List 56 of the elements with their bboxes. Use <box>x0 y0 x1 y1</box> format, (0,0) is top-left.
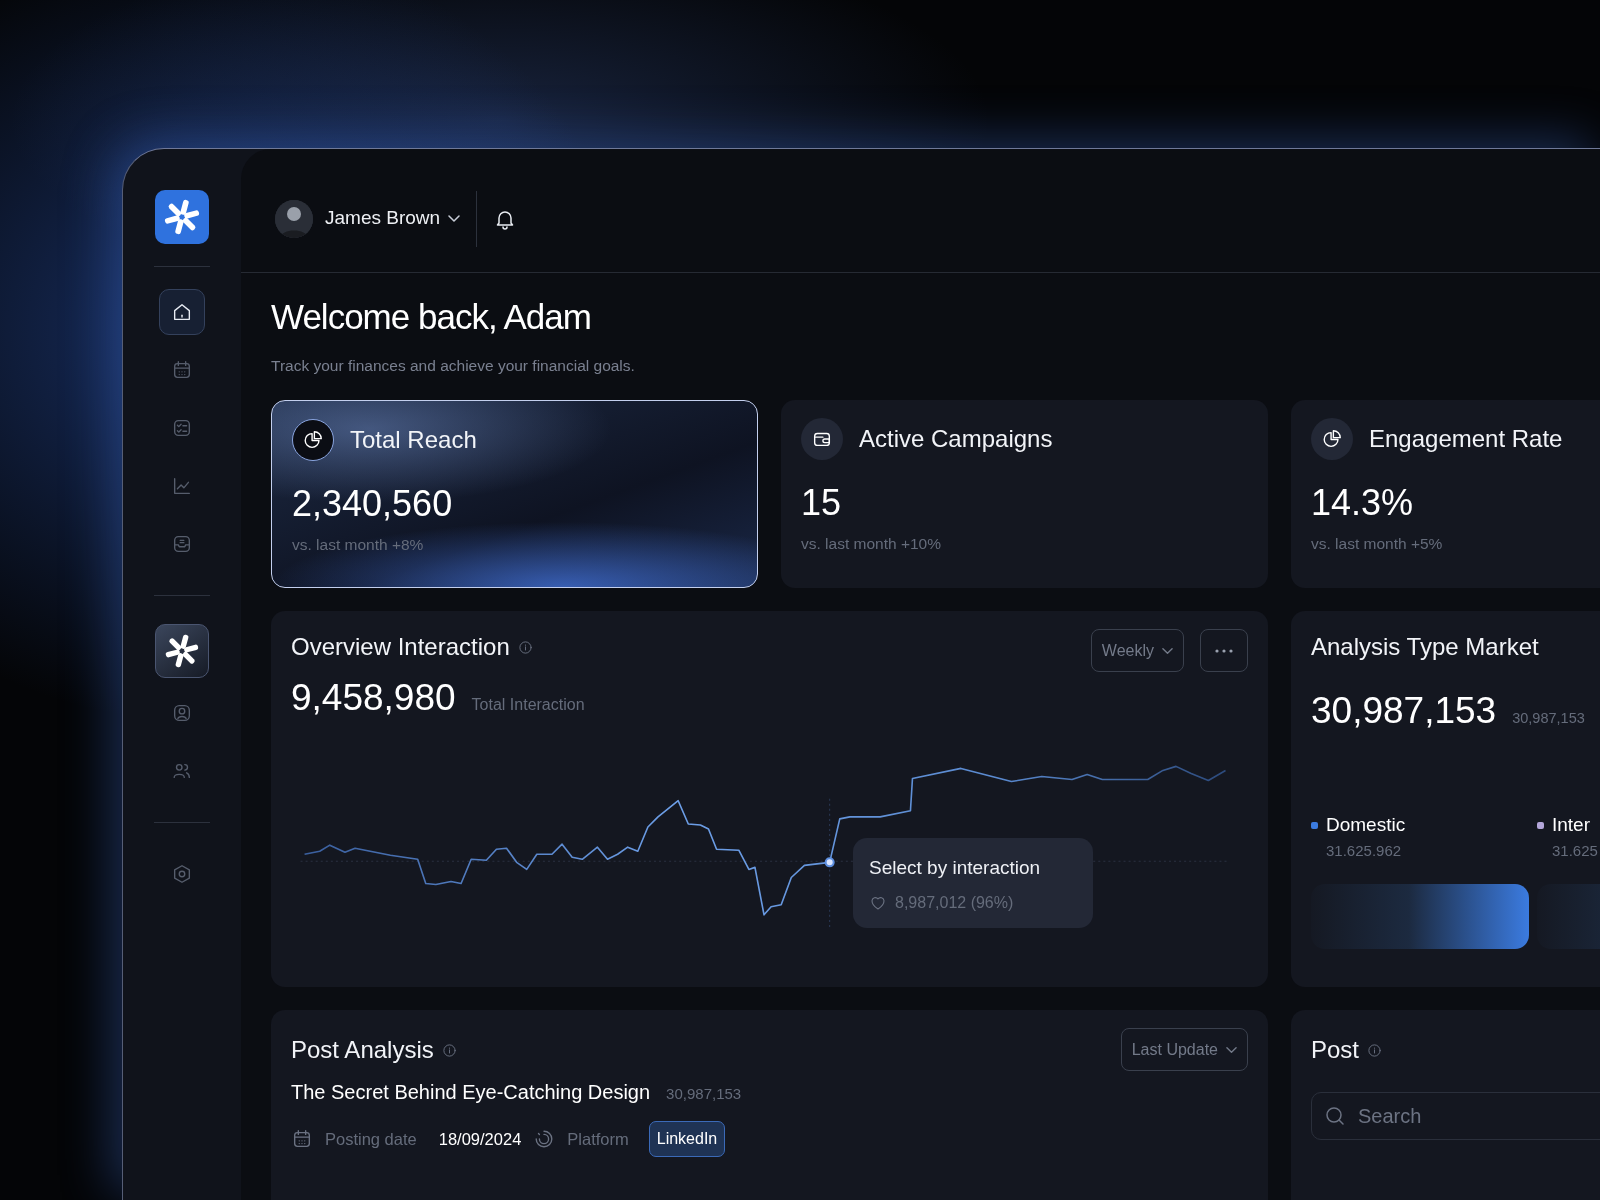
platform-tag: LinkedIn <box>648 1121 726 1158</box>
total-value: 9,458,980 <box>291 676 456 721</box>
stat-change: vs. last month +10% <box>801 534 942 555</box>
total-label: Total Interaction <box>471 695 585 716</box>
hexagon-icon <box>171 863 193 885</box>
meta-value: 18/09/2024 <box>438 1128 522 1150</box>
chevron-icon <box>448 214 461 223</box>
sidebar-item[interactable] <box>159 289 205 335</box>
checklist-icon <box>171 417 193 439</box>
more-icon <box>1215 648 1233 653</box>
workspace-button[interactable] <box>155 624 209 678</box>
card-title: Post <box>1311 1035 1360 1066</box>
info-icon <box>1367 1042 1383 1058</box>
asterisk-icon <box>163 632 201 670</box>
chart-icon <box>171 475 193 497</box>
card-title: Overview Interaction <box>291 632 510 663</box>
chevron-icon <box>1162 646 1173 655</box>
welcome-subtitle: Track your finances and achieve your financial goals. <box>271 356 636 376</box>
period-dropdown[interactable]: Weekly <box>1090 629 1184 673</box>
total-note: 30,987,153 <box>1512 709 1585 729</box>
stat-label: Engagement Rate <box>1369 424 1563 455</box>
post-count: 30,987,153 <box>666 1084 742 1105</box>
avatar <box>275 199 313 238</box>
card-title: Analysis Type Market <box>1311 632 1540 663</box>
chevron-icon <box>1226 1045 1237 1054</box>
user-icon <box>171 702 193 724</box>
search-field[interactable]: Search <box>1311 1092 1600 1141</box>
stat-value: 15 <box>801 482 843 525</box>
total-value: 30,987,153 <box>1311 689 1497 734</box>
inbox-icon <box>171 533 193 555</box>
stat-label: Active Campaigns <box>859 424 1053 455</box>
more-button[interactable] <box>1200 629 1248 673</box>
tooltip-title: Select by interaction <box>869 856 1042 881</box>
post-title: The Secret Behind Eye-Catching Design <box>291 1080 651 1106</box>
stat-value: 2,340,560 <box>292 483 454 526</box>
meta-label: Platform <box>567 1128 629 1150</box>
welcome-title: Welcome back, Adam <box>271 297 592 337</box>
home-icon <box>171 301 193 323</box>
legend-value: 31.625.962 <box>1326 840 1403 861</box>
info-icon <box>441 1042 457 1058</box>
stat-value: 14.3% <box>1311 482 1415 525</box>
legend-value: 31.625 <box>1552 840 1599 861</box>
stat-change: vs. last month +8% <box>292 535 425 556</box>
tooltip-value: 8,987,012 (96%) <box>895 892 1014 913</box>
card-title: Post Analysis <box>291 1035 434 1066</box>
user-menu[interactable]: James Brown <box>313 204 477 233</box>
sort-dropdown[interactable]: Last Update <box>1120 1028 1248 1072</box>
meta-label: Posting date <box>325 1128 417 1150</box>
legend-label: Domestic <box>1326 813 1406 838</box>
info-icon <box>517 639 533 655</box>
calendar-icon <box>171 359 193 381</box>
logo[interactable] <box>155 190 209 244</box>
legend-label: Inter <box>1552 813 1591 838</box>
stat-label: Total Reach <box>350 425 477 456</box>
stat-change: vs. last month +5% <box>1311 534 1444 555</box>
asterisk-icon <box>162 197 202 237</box>
